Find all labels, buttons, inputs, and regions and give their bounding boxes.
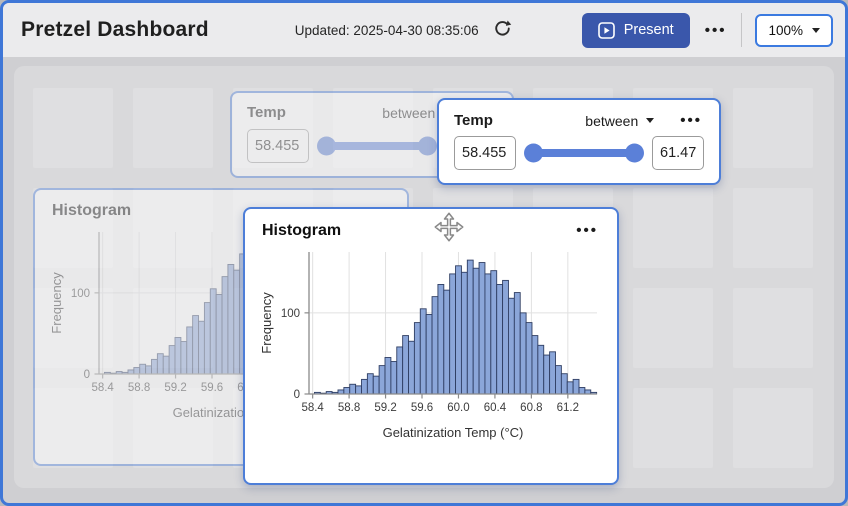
operator-dropdown[interactable]: between — [585, 113, 654, 129]
svg-text:Frequency: Frequency — [49, 272, 64, 334]
max-value-input[interactable] — [652, 136, 704, 170]
more-icon: ••• — [705, 23, 727, 38]
temp-card-controls — [454, 136, 704, 170]
histogram-title: Histogram — [262, 222, 341, 240]
page-title: Pretzel Dashboard — [21, 18, 209, 42]
refresh-button[interactable] — [491, 17, 514, 43]
temp-filter-card[interactable]: Temp between ••• — [437, 98, 721, 185]
svg-text:59.6: 59.6 — [411, 402, 433, 414]
temp-card-header: Temp between ••• — [454, 111, 704, 130]
svg-text:Gelatinization Temp (°C): Gelatinization Temp (°C) — [383, 425, 524, 440]
app-window: Pretzel Dashboard Updated: 2025-04-30 08… — [0, 0, 848, 506]
filter-title: Temp — [454, 112, 493, 129]
grid-placeholder-cell — [733, 388, 813, 468]
updated-label: Updated: 2025-04-30 08:35:06 — [295, 23, 479, 38]
header-more-button[interactable]: ••• — [703, 21, 729, 40]
svg-text:0: 0 — [294, 389, 300, 401]
svg-text:60.8: 60.8 — [520, 402, 542, 414]
present-button[interactable]: Present — [582, 13, 690, 48]
svg-text:100: 100 — [71, 288, 90, 300]
svg-text:59.2: 59.2 — [164, 382, 186, 394]
card-more-button[interactable]: ••• — [574, 221, 600, 240]
svg-text:58.8: 58.8 — [338, 402, 360, 414]
histogram-title: Histogram — [52, 202, 131, 220]
grid-placeholder-cell — [133, 88, 213, 168]
histogram-plot: 58.4 58.8 59.2 59.6 60.0 60.4 60.8 61.2 0 100 Gela… — [257, 244, 605, 475]
header-bar: Pretzel Dashboard Updated: 2025-04-30 08… — [3, 3, 845, 57]
svg-text:Frequency: Frequency — [259, 292, 274, 354]
grid-placeholder-cell — [633, 388, 713, 468]
chevron-down-icon — [646, 118, 654, 123]
slider-handle-min[interactable] — [524, 144, 543, 163]
svg-text:59.6: 59.6 — [201, 382, 223, 394]
histogram-card-header: Histogram ••• — [257, 219, 605, 240]
play-icon — [598, 22, 615, 39]
svg-text:58.4: 58.4 — [91, 382, 114, 394]
svg-text:60.0: 60.0 — [447, 402, 469, 414]
dashboard-canvas: Temp between ••• Temp — [3, 57, 845, 503]
min-value-input[interactable] — [454, 136, 516, 170]
range-slider — [319, 142, 435, 150]
histogram-card[interactable]: Histogram ••• 58.4 58.8 59.2 59.6 60.0 60.4 60… — [243, 207, 619, 485]
grid-placeholder-cell — [633, 288, 713, 368]
min-value-input — [247, 129, 309, 163]
chevron-down-icon — [812, 28, 820, 33]
grid-placeholder-cell — [733, 188, 813, 268]
present-label: Present — [624, 22, 674, 38]
zoom-level-value: 100% — [768, 23, 803, 38]
operator-value: between — [382, 105, 435, 121]
filter-title: Temp — [247, 104, 286, 121]
card-more-button[interactable]: ••• — [678, 111, 704, 130]
svg-text:61.2: 61.2 — [557, 402, 579, 414]
refresh-icon — [493, 19, 512, 41]
slider-handle-max[interactable] — [625, 144, 644, 163]
svg-text:0: 0 — [84, 369, 90, 381]
grid-placeholder-cell — [733, 288, 813, 368]
grid-placeholder-cell — [33, 88, 113, 168]
move-cursor-icon[interactable] — [434, 212, 464, 242]
svg-text:60.4: 60.4 — [484, 402, 507, 414]
svg-text:58.8: 58.8 — [128, 382, 150, 394]
header-divider — [741, 13, 742, 47]
more-icon: ••• — [680, 113, 702, 128]
svg-text:59.2: 59.2 — [374, 402, 396, 414]
svg-text:58.4: 58.4 — [301, 402, 324, 414]
slider-handle-min — [317, 137, 336, 156]
range-slider[interactable] — [526, 149, 642, 157]
slider-track — [321, 142, 433, 150]
svg-text:100: 100 — [281, 308, 300, 320]
more-icon: ••• — [576, 223, 598, 238]
operator-value: between — [585, 113, 638, 129]
header-actions: Present ••• 100% — [582, 13, 833, 48]
grid-placeholder-cell — [633, 188, 713, 268]
slider-handle-max — [418, 137, 437, 156]
updated-status: Updated: 2025-04-30 08:35:06 — [295, 17, 514, 43]
slider-track — [528, 149, 640, 157]
grid-placeholder-cell — [733, 88, 813, 168]
zoom-level-dropdown[interactable]: 100% — [755, 14, 833, 47]
